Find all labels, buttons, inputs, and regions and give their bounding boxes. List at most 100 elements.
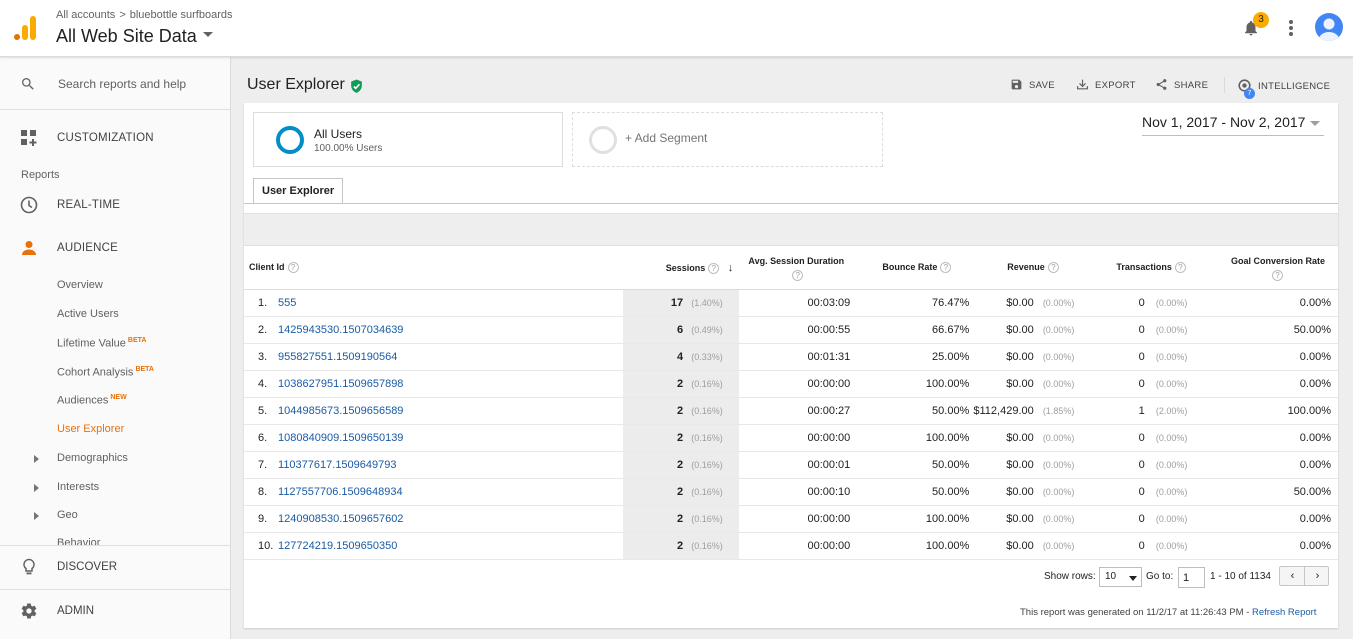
- expand-arrow-icon[interactable]: [34, 512, 39, 520]
- show-rows-select[interactable]: 10: [1099, 567, 1142, 587]
- sessions-value: 2: [677, 485, 684, 498]
- nav-discover[interactable]: DISCOVER: [0, 545, 230, 589]
- sessions-value: 17: [670, 296, 684, 309]
- export-label: EXPORT: [1095, 80, 1136, 92]
- client-id-link[interactable]: 127724219.1509650350: [278, 540, 397, 552]
- nav-realtime[interactable]: REAL-TIME: [0, 184, 230, 228]
- duration-value: 00:00:27: [739, 397, 854, 425]
- col-client-id[interactable]: Client Id?: [244, 247, 624, 290]
- breadcrumb-account[interactable]: All accounts: [56, 9, 115, 21]
- transactions-pct: (0.00%): [1155, 540, 1188, 551]
- nav-customization-label: CUSTOMIZATION: [57, 132, 154, 144]
- sessions-pct: (0.16%): [691, 432, 723, 443]
- client-id-link[interactable]: 1425943530.1507034639: [278, 324, 403, 336]
- client-id-link[interactable]: 1127557706.1509648934: [278, 486, 403, 498]
- nav-customization[interactable]: CUSTOMIZATION: [0, 117, 230, 161]
- goal-value: 0.00%: [1199, 370, 1338, 398]
- segment-subtitle: 100.00% Users: [314, 143, 383, 154]
- transactions-value: 0: [1138, 296, 1145, 309]
- sidebar-item-audiences[interactable]: Audiences NEW: [57, 394, 127, 407]
- bounce-value: 50.00%: [853, 397, 974, 425]
- sidebar-item-label: Active Users: [57, 308, 119, 320]
- export-button[interactable]: EXPORT: [1076, 79, 1136, 92]
- sidebar-item-active-users[interactable]: Active Users: [57, 308, 119, 320]
- caret-down-icon: [202, 31, 213, 37]
- col-revenue[interactable]: Revenue?: [973, 247, 1087, 290]
- client-id-link[interactable]: 955827551.1509190564: [278, 351, 397, 363]
- revenue-value: $0.00: [1006, 431, 1034, 444]
- sidebar-item-lifetime-value[interactable]: Lifetime Value BETA: [57, 337, 146, 350]
- next-page-button[interactable]: ›: [1305, 567, 1330, 585]
- bounce-value: 66.67%: [853, 316, 974, 344]
- save-label: SAVE: [1029, 80, 1055, 92]
- col-goal-conversion-rate[interactable]: Goal Conversion Rate?: [1199, 247, 1338, 290]
- help-icon[interactable]: ?: [940, 262, 952, 274]
- lightbulb-icon: [23, 558, 35, 575]
- revenue-value: $0.00: [1006, 458, 1034, 471]
- row-number: 4.: [244, 370, 279, 398]
- toolbar-divider: [1224, 77, 1225, 93]
- segment-all-users[interactable]: All Users 100.00% Users: [253, 112, 563, 167]
- breadcrumb-separator: >: [119, 9, 126, 21]
- sessions-pct: (0.16%): [691, 513, 723, 524]
- more-vert-icon[interactable]: [1288, 18, 1294, 38]
- date-range-picker[interactable]: Nov 1, 2017 - Nov 2, 2017: [1142, 114, 1324, 136]
- help-icon[interactable]: ?: [792, 269, 804, 281]
- report-card: All Users 100.00% Users + Add Segment No…: [244, 103, 1338, 628]
- client-id-link[interactable]: 1240908530.1509657602: [278, 513, 403, 525]
- sidebar-item-overview[interactable]: Overview: [57, 279, 103, 291]
- goto-input[interactable]: 1: [1178, 567, 1205, 588]
- client-id-link[interactable]: 1080840909.1509650139: [278, 432, 403, 444]
- col-label: Avg. Session Duration: [748, 255, 845, 266]
- duration-value: 00:00:00: [739, 505, 854, 533]
- client-id-link[interactable]: 555: [278, 297, 296, 309]
- prev-page-button[interactable]: ‹: [1280, 567, 1305, 585]
- sidebar-item-geo[interactable]: Geo: [57, 509, 78, 521]
- help-icon[interactable]: ?: [1047, 262, 1059, 274]
- sidebar-item-demographics[interactable]: Demographics: [57, 452, 128, 464]
- refresh-report-link[interactable]: Refresh Report: [1252, 607, 1316, 618]
- duration-value: 00:00:00: [739, 532, 854, 560]
- goal-value: 0.00%: [1199, 451, 1338, 479]
- goal-value: 100.00%: [1199, 397, 1338, 425]
- sidebar-item-user-explorer[interactable]: User Explorer: [57, 423, 124, 435]
- avatar[interactable]: [1315, 13, 1343, 41]
- col-bounce-rate[interactable]: Bounce Rate?: [853, 247, 974, 290]
- client-id-link[interactable]: 110377617.1509649793: [278, 459, 396, 471]
- help-icon[interactable]: ?: [1174, 262, 1186, 274]
- duration-value: 00:00:55: [739, 316, 854, 344]
- sidebar-item-cohort-analysis[interactable]: Cohort Analysis BETA: [57, 366, 154, 379]
- sort-desc-icon[interactable]: ↓: [728, 262, 734, 274]
- empty-segment-ring-icon: [589, 126, 617, 154]
- add-segment-button[interactable]: + Add Segment: [572, 112, 883, 167]
- help-icon[interactable]: ?: [1272, 269, 1283, 281]
- sidebar-item-interests[interactable]: Interests: [57, 481, 99, 493]
- nav-audience[interactable]: AUDIENCE: [0, 227, 230, 271]
- search-reports[interactable]: Search reports and help: [0, 57, 230, 110]
- sessions-pct: (0.16%): [691, 486, 723, 497]
- analytics-logo-icon[interactable]: [14, 16, 38, 40]
- sessions-pct: (0.16%): [691, 459, 723, 470]
- breadcrumb[interactable]: All accounts > bluebottle surfboards: [56, 9, 232, 21]
- revenue-value: $0.00: [1006, 485, 1034, 498]
- col-avg-session-duration[interactable]: Avg. Session Duration?: [739, 247, 854, 290]
- help-icon[interactable]: ?: [708, 262, 720, 274]
- save-button[interactable]: SAVE: [1010, 79, 1055, 92]
- expand-arrow-icon[interactable]: [34, 455, 39, 463]
- expand-arrow-icon[interactable]: [34, 484, 39, 492]
- breadcrumb-property[interactable]: bluebottle surfboards: [130, 9, 233, 21]
- tab-user-explorer[interactable]: User Explorer: [253, 178, 344, 204]
- row-number: 8.: [244, 478, 279, 506]
- view-selector[interactable]: All Web Site Data: [56, 26, 213, 47]
- revenue-pct: (0.00%): [1042, 351, 1075, 362]
- search-icon: [22, 78, 34, 90]
- share-button[interactable]: SHARE: [1155, 79, 1208, 92]
- help-icon[interactable]: ?: [287, 262, 299, 274]
- col-transactions[interactable]: Transactions?: [1086, 247, 1200, 290]
- nav-admin[interactable]: ADMIN: [0, 589, 230, 633]
- search-input[interactable]: Search reports and help: [58, 77, 186, 91]
- client-id-link[interactable]: 1038627951.1509657898: [278, 378, 403, 390]
- nav-realtime-label: REAL-TIME: [57, 199, 121, 211]
- col-sessions[interactable]: Sessions? ↓: [623, 247, 740, 290]
- client-id-link[interactable]: 1044985673.1509656589: [278, 405, 403, 417]
